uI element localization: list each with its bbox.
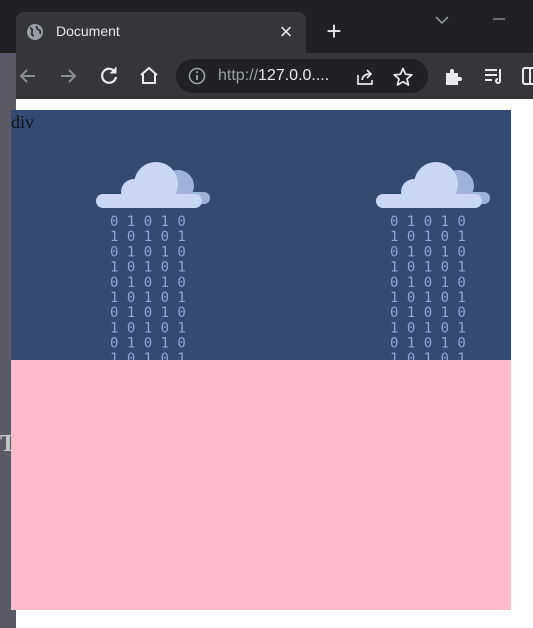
binary-row: 1 0 1 0 1 <box>110 320 186 336</box>
binary-row: 1 0 1 0 1 <box>390 260 466 276</box>
binary-row: 1 0 1 0 1 <box>390 290 466 306</box>
info-icon[interactable] <box>188 67 206 85</box>
globe-icon <box>27 24 43 40</box>
url-scheme: http:// <box>218 67 259 84</box>
binary-rain-cloud-icon: 0 1 0 1 01 0 1 0 10 1 0 1 01 0 1 0 10 1 … <box>376 162 490 360</box>
share-icon[interactable] <box>354 66 376 88</box>
url-host: 127.0.0.... <box>258 67 330 84</box>
browser-toolbar: http://127.0.0.... <box>16 53 533 99</box>
back-arrow-icon[interactable] <box>16 64 40 88</box>
binary-row: 0 1 0 1 0 <box>110 214 186 230</box>
binary-row: 0 1 0 1 0 <box>390 336 466 352</box>
address-bar[interactable]: http://127.0.0.... <box>176 59 428 93</box>
new-tab-button[interactable]: + <box>320 17 348 45</box>
binary-row: 0 1 0 1 0 <box>110 336 186 352</box>
binary-row: 0 1 0 1 0 <box>390 214 466 230</box>
binary-row: 0 1 0 1 0 <box>390 244 466 260</box>
home-icon[interactable] <box>137 64 161 88</box>
cloud-shape <box>376 162 490 208</box>
binary-row: 1 0 1 0 1 <box>110 351 186 360</box>
binary-row: 1 0 1 0 1 <box>390 351 466 360</box>
binary-row: 0 1 0 1 0 <box>110 275 186 291</box>
page-viewport: div 0 1 0 1 01 0 1 0 10 1 0 1 01 0 1 0 1… <box>11 99 533 628</box>
binary-row: 1 0 1 0 1 <box>390 320 466 336</box>
reload-icon[interactable] <box>97 64 121 88</box>
reading-list-icon[interactable] <box>482 64 506 88</box>
forward-arrow-icon[interactable] <box>56 64 80 88</box>
cloud-shape <box>96 162 210 208</box>
binary-row: 0 1 0 1 0 <box>390 305 466 321</box>
side-panel-icon[interactable] <box>520 64 533 88</box>
extensions-icon[interactable] <box>442 64 466 88</box>
tab-title: Document <box>56 23 120 39</box>
address-url: http://127.0.0.... <box>218 67 329 85</box>
binary-row: 0 1 0 1 0 <box>110 305 186 321</box>
binary-row: 0 1 0 1 0 <box>390 275 466 291</box>
binary-row: 1 0 1 0 1 <box>110 290 186 306</box>
tab-close-icon[interactable]: × <box>274 20 298 44</box>
binary-row: 1 0 1 0 1 <box>390 229 466 245</box>
star-icon[interactable] <box>392 66 414 88</box>
tab-search-chevron-icon[interactable] <box>430 10 454 30</box>
tab-strip: Document × + <box>0 0 533 53</box>
binary-row: 1 0 1 0 1 <box>110 229 186 245</box>
tab-document[interactable]: Document × <box>16 12 306 53</box>
blue-rain-div: div 0 1 0 1 01 0 1 0 10 1 0 1 01 0 1 0 1… <box>11 110 511 360</box>
binary-row: 0 1 0 1 0 <box>110 244 186 260</box>
binary-row: 1 0 1 0 1 <box>110 260 186 276</box>
minimize-icon[interactable] <box>488 10 512 30</box>
binary-rain-cloud-icon: 0 1 0 1 01 0 1 0 10 1 0 1 01 0 1 0 10 1 … <box>96 162 210 360</box>
div-label: div <box>11 112 35 132</box>
pink-div <box>11 360 511 610</box>
